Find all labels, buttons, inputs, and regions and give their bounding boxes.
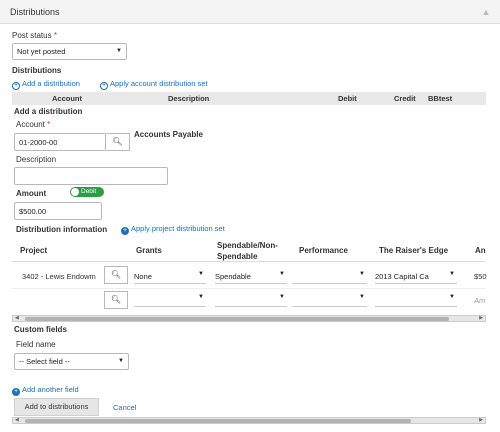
add-another-field-link[interactable]: + Add another field: [12, 385, 79, 396]
account-search-button[interactable]: 🔍︎: [106, 133, 130, 151]
add-distribution-link-text[interactable]: Add a distribution: [22, 79, 80, 88]
scroll-left-icon[interactable]: ◀: [15, 315, 19, 321]
caret-down-icon: ▼: [198, 271, 204, 277]
plus-circle-icon: +: [12, 388, 20, 396]
plus-circle-icon: +: [121, 227, 129, 235]
chevron-up-icon[interactable]: ▲: [480, 6, 492, 18]
col-spendable: Spendable/Non-Spendable: [217, 241, 278, 261]
add-to-distributions-button[interactable]: Add to distributions: [14, 398, 99, 416]
col-description: Description: [168, 94, 210, 103]
add-another-field-link-text[interactable]: Add another field: [22, 385, 79, 394]
caret-down-icon: ▼: [449, 271, 455, 277]
post-status-value: Not yet posted: [17, 47, 66, 56]
scroll-right-icon[interactable]: ▶: [479, 417, 483, 423]
field-name-value: -- Select field --: [19, 357, 70, 366]
post-status-label: Post status *: [12, 31, 57, 40]
apply-project-distribution-set-link[interactable]: + Apply project distribution set: [121, 224, 225, 235]
search-icon: 🔍︎: [110, 295, 122, 304]
account-label-text: Account: [16, 120, 45, 129]
toggle-knob: [71, 188, 79, 196]
amount-label: Amount: [16, 189, 47, 198]
caret-down-icon: ▼: [359, 294, 365, 300]
grants-select[interactable]: None ▼: [134, 268, 206, 284]
cancel-link[interactable]: Cancel: [113, 403, 136, 412]
apply-account-set-link-text[interactable]: Apply account distribution set: [110, 79, 208, 88]
required-marker: *: [53, 31, 57, 40]
post-status-select[interactable]: Not yet posted ▼: [12, 43, 127, 60]
custom-fields-heading: Custom fields: [14, 325, 67, 334]
toggle-label: Debit: [81, 188, 97, 195]
account-name: Accounts Payable: [134, 130, 203, 139]
raisers-edge-value: 2013 Capital Ca: [375, 272, 429, 281]
plus-circle-icon: +: [12, 82, 20, 90]
grid-horizontal-scrollbar[interactable]: ◀ ▶: [12, 315, 486, 322]
scroll-left-icon[interactable]: ◀: [15, 417, 19, 423]
col-raisers-edge: The Raiser's Edge: [379, 246, 449, 255]
account-input[interactable]: 01-2000-00: [14, 133, 106, 151]
post-status-label-text: Post status: [12, 31, 52, 40]
distributions-heading: Distributions: [12, 66, 62, 75]
raisers-edge-select[interactable]: ▼: [375, 293, 457, 307]
raisers-edge-select[interactable]: 2013 Capital Ca ▼: [375, 268, 457, 284]
col-project: Project: [20, 246, 48, 255]
search-icon: 🔍︎: [110, 270, 122, 279]
caret-down-icon: ▼: [279, 294, 285, 300]
amount-placeholder[interactable]: Am: [474, 296, 485, 305]
caret-down-icon: ▼: [116, 48, 122, 54]
page-horizontal-scrollbar[interactable]: ◀ ▶: [12, 417, 486, 424]
add-distribution-link[interactable]: + Add a distribution: [12, 79, 80, 90]
field-name-select[interactable]: -- Select field -- ▼: [14, 353, 129, 370]
col-debit: Debit: [338, 94, 357, 103]
field-name-label: Field name: [16, 340, 56, 349]
description-label: Description: [16, 155, 57, 164]
distributions-table-header: Account Description Debit Credit BBtest: [12, 92, 486, 105]
caret-down-icon: ▼: [359, 271, 365, 277]
col-grants: Grants: [136, 246, 162, 255]
caret-down-icon: ▼: [279, 271, 285, 277]
col-amount: An: [475, 246, 486, 255]
debit-credit-toggle[interactable]: Debit: [70, 187, 104, 197]
scrollbar-thumb[interactable]: [25, 317, 449, 321]
project-grid-header: Project Grants Spendable/Non-Spendable P…: [12, 238, 486, 262]
scrollbar-thumb[interactable]: [25, 419, 411, 423]
amount-cell[interactable]: $50: [474, 272, 487, 281]
performance-select[interactable]: ▼: [292, 268, 367, 284]
grants-value: None: [134, 272, 152, 281]
amount-input[interactable]: $500.00: [14, 202, 102, 220]
plus-circle-icon: +: [100, 82, 108, 90]
add-distribution-heading: Add a distribution: [14, 107, 83, 116]
panel-title: Distributions: [10, 7, 60, 17]
apply-account-distribution-set-link[interactable]: + Apply account distribution set: [100, 79, 208, 90]
distribution-info-heading: Distribution information: [16, 225, 108, 234]
project-search-button[interactable]: 🔍︎: [104, 266, 128, 284]
description-input[interactable]: [14, 167, 168, 185]
caret-down-icon: ▼: [449, 294, 455, 300]
scroll-right-icon[interactable]: ▶: [479, 315, 483, 321]
grants-select[interactable]: ▼: [134, 293, 206, 307]
account-label: Account *: [16, 120, 50, 129]
col-account: Account: [52, 94, 82, 103]
project-value[interactable]: 3402 - Lewis Endowm: [22, 272, 96, 281]
col-credit: Credit: [394, 94, 416, 103]
spendable-select[interactable]: ▼: [215, 293, 287, 307]
caret-down-icon: ▼: [198, 294, 204, 300]
caret-down-icon: ▼: [118, 358, 124, 364]
performance-select[interactable]: ▼: [292, 293, 367, 307]
spendable-select[interactable]: Spendable ▼: [215, 268, 287, 284]
spendable-value: Spendable: [215, 272, 251, 281]
project-search-button[interactable]: 🔍︎: [104, 291, 128, 309]
col-performance: Performance: [299, 246, 348, 255]
col-bbtest: BBtest: [428, 94, 453, 103]
search-icon: 🔍︎: [112, 137, 123, 146]
required-marker: *: [47, 120, 51, 129]
panel-header[interactable]: [0, 0, 500, 24]
apply-project-set-link-text[interactable]: Apply project distribution set: [131, 224, 225, 233]
